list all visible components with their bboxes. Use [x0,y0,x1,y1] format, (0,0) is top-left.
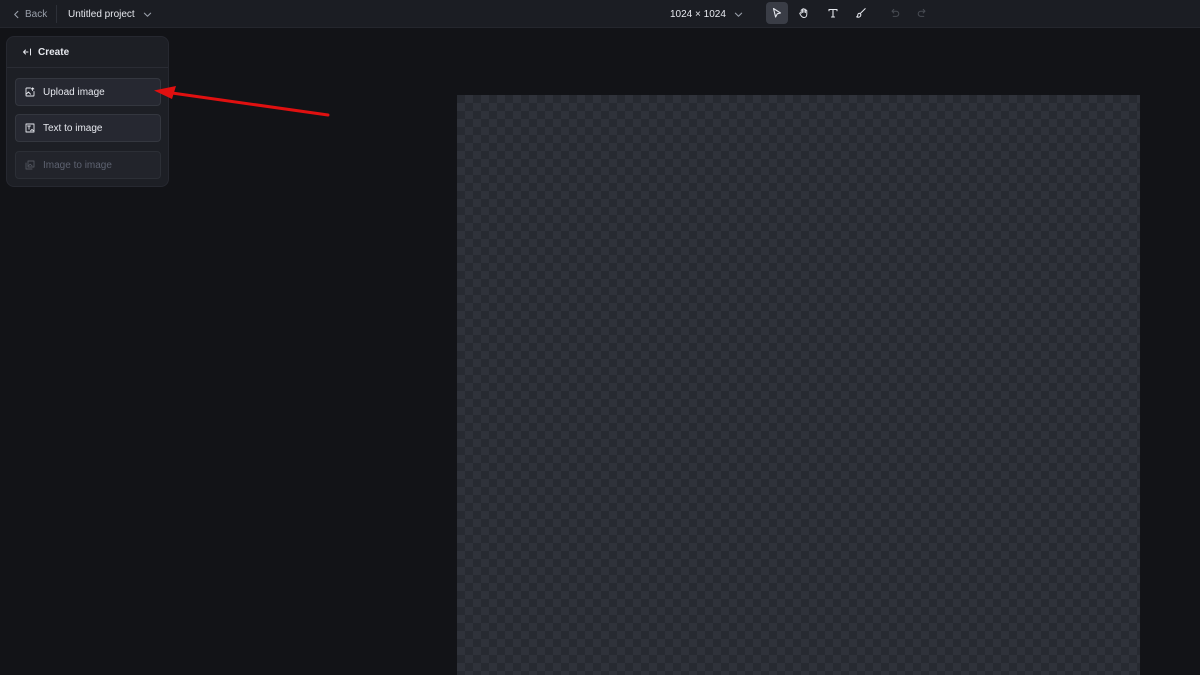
top-bar: Back Untitled project 1024 × 1024 [0,0,1200,28]
create-panel-title: Create [38,46,70,58]
chevron-down-icon [734,12,743,17]
collapse-left-icon [23,48,31,56]
create-back-button[interactable]: Create [22,47,69,58]
canvas-size-label: 1024 × 1024 [670,8,726,20]
brush-tool-button[interactable] [850,2,872,24]
back-label: Back [25,8,48,20]
artboard-canvas[interactable] [457,95,1140,675]
image-to-image-label: Image to image [43,159,112,171]
hand-icon [799,8,808,18]
create-panel-header: Create [7,37,168,68]
undo-button[interactable] [884,2,906,24]
brush-icon [856,8,866,18]
back-button[interactable]: Back [8,4,51,24]
upload-image-icon [25,87,35,97]
image-to-image-button[interactable]: Image to image [15,151,161,179]
hand-tool-button[interactable] [793,2,815,24]
project-name-dropdown[interactable]: Untitled project [64,4,156,24]
canvas-size-dropdown[interactable]: 1024 × 1024 [666,4,747,24]
redo-icon [917,8,926,17]
image-to-image-icon [25,160,35,170]
text-icon [828,8,838,18]
chevron-down-icon [143,12,151,17]
text-to-image-icon [25,123,35,133]
upload-image-label: Upload image [43,86,105,98]
select-tool-button[interactable] [766,2,788,24]
project-name-label: Untitled project [68,8,135,20]
annotation-arrow-icon [154,86,330,117]
chevron-left-icon [14,10,19,18]
create-panel: Create Upload image Text to image Image … [6,36,169,187]
text-to-image-button[interactable]: Text to image [15,114,161,142]
select-icon [772,7,782,18]
redo-button[interactable] [911,2,933,24]
undo-icon [891,8,900,17]
topbar-divider [56,5,57,23]
upload-image-button[interactable]: Upload image [15,78,161,106]
text-tool-button[interactable] [822,2,844,24]
text-to-image-label: Text to image [43,122,103,134]
